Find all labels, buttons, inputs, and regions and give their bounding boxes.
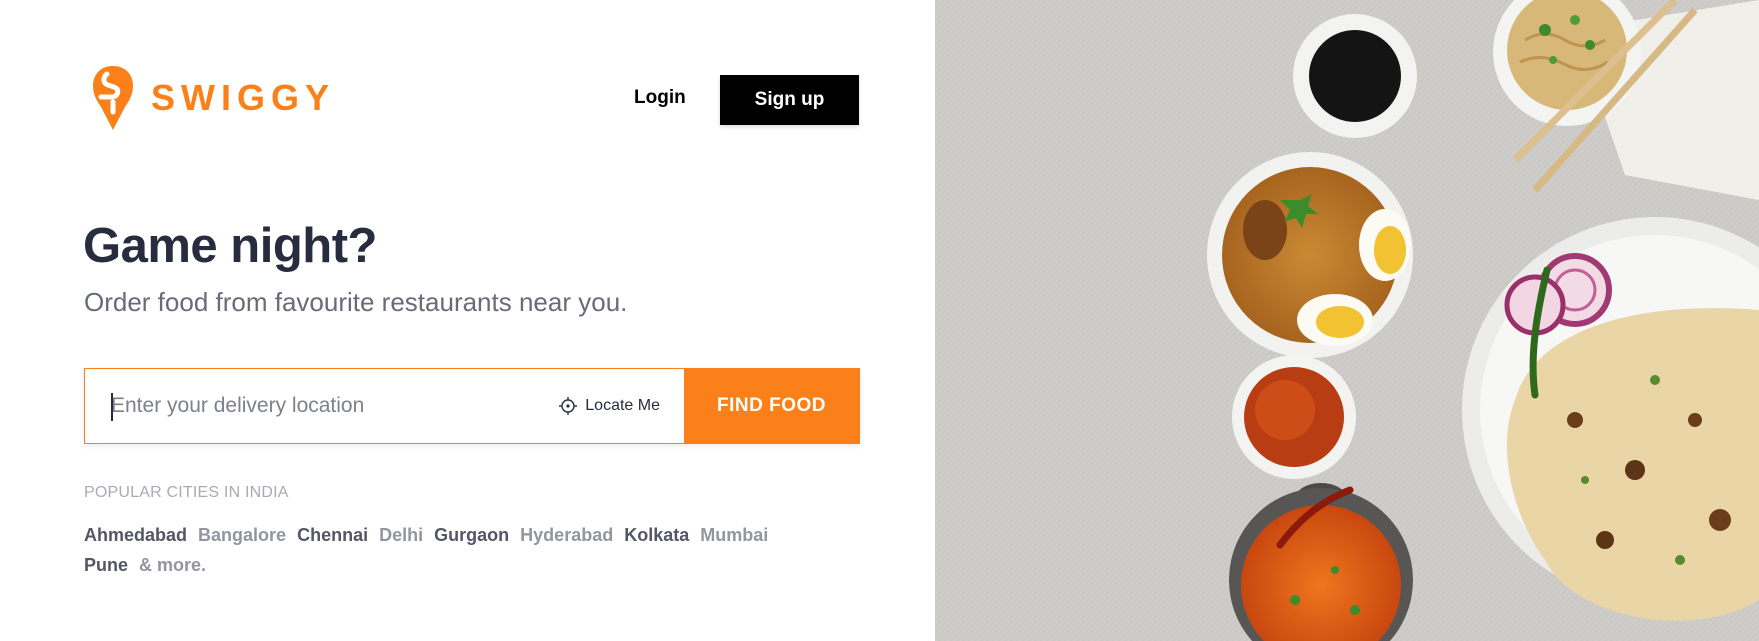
swiggy-logo-icon — [93, 66, 133, 130]
city-link-kolkata[interactable]: Kolkata — [624, 525, 689, 545]
city-link-hyderabad[interactable]: Hyderabad — [520, 525, 613, 545]
city-link-ahmedabad[interactable]: Ahmedabad — [84, 525, 187, 545]
login-link[interactable]: Login — [634, 87, 686, 109]
hero-food-image — [935, 0, 1759, 641]
location-search-bar: Locate Me FIND FOOD — [84, 368, 860, 444]
landing-panel: SWIGGY Login Sign up Game night? Order f… — [0, 0, 935, 641]
delivery-location-input[interactable] — [85, 369, 548, 443]
city-link-pune[interactable]: Pune — [84, 555, 128, 575]
locate-me-label: Locate Me — [585, 397, 660, 414]
brand-name: SWIGGY — [151, 77, 336, 118]
city-link-bangalore[interactable]: Bangalore — [198, 525, 286, 545]
city-link-gurgaon[interactable]: Gurgaon — [434, 525, 509, 545]
food-spread-illustration — [935, 0, 1759, 641]
city-link-chennai[interactable]: Chennai — [297, 525, 368, 545]
crosshair-icon — [559, 397, 578, 415]
locate-me-button[interactable]: Locate Me — [547, 369, 684, 443]
page-title: Game night? — [83, 219, 377, 273]
find-food-button[interactable]: FIND FOOD — [684, 369, 859, 443]
text-cursor — [111, 393, 113, 421]
page-subtitle: Order food from favourite restaurants ne… — [84, 287, 628, 317]
popular-cities-title: POPULAR CITIES IN INDIA — [84, 484, 289, 501]
city-link-mumbai[interactable]: Mumbai — [700, 525, 768, 545]
city-link-delhi[interactable]: Delhi — [379, 525, 423, 545]
swiggy-logo[interactable]: SWIGGY — [91, 64, 335, 132]
signup-button[interactable]: Sign up — [720, 75, 859, 125]
more-cities-link[interactable]: & more. — [139, 555, 206, 575]
popular-cities-list: Ahmedabad Bangalore Chennai Delhi Gurgao… — [84, 520, 804, 580]
